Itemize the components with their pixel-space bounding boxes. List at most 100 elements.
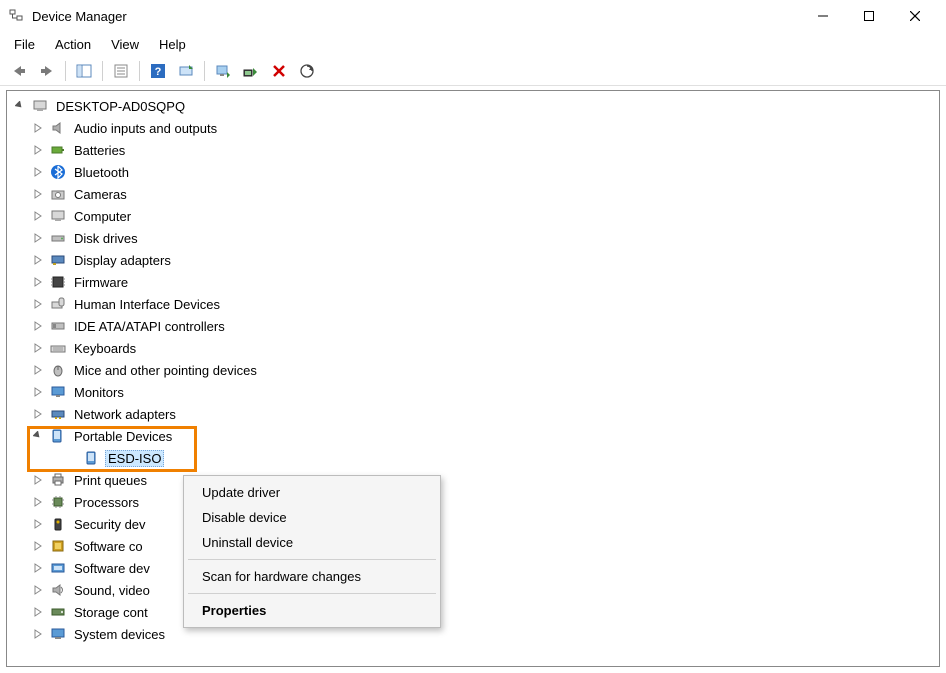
- tree-label[interactable]: System devices: [71, 626, 168, 643]
- tree-label[interactable]: Print queues: [71, 472, 150, 489]
- minimize-button[interactable]: [800, 1, 846, 31]
- tree-node-mice[interactable]: Mice and other pointing devices: [9, 359, 937, 381]
- tree-label[interactable]: Human Interface Devices: [71, 296, 223, 313]
- tree-label[interactable]: Disk drives: [71, 230, 141, 247]
- tree-label[interactable]: Storage cont: [71, 604, 151, 621]
- context-menu-separator: [188, 593, 436, 594]
- tree-label[interactable]: Software co: [71, 538, 146, 555]
- tree-node-firmware[interactable]: Firmware: [9, 271, 937, 293]
- tree-label[interactable]: Processors: [71, 494, 142, 511]
- expander-closed-icon[interactable]: [31, 605, 45, 619]
- tree-node-hid[interactable]: Human Interface Devices: [9, 293, 937, 315]
- forward-button[interactable]: [34, 59, 60, 83]
- camera-icon: [49, 185, 67, 203]
- maximize-button[interactable]: [846, 1, 892, 31]
- enable-device-button[interactable]: [238, 59, 264, 83]
- expander-closed-icon[interactable]: [31, 627, 45, 641]
- expander-closed-icon[interactable]: [31, 231, 45, 245]
- tree-label[interactable]: Audio inputs and outputs: [71, 120, 220, 137]
- tree-node-printqueues[interactable]: Print queues: [9, 469, 937, 491]
- tree-label[interactable]: Computer: [71, 208, 134, 225]
- tree-node-portable[interactable]: Portable Devices: [9, 425, 937, 447]
- menu-view[interactable]: View: [103, 35, 147, 54]
- expander-closed-icon[interactable]: [31, 165, 45, 179]
- expander-closed-icon[interactable]: [31, 209, 45, 223]
- tree-label-selected[interactable]: ESD-ISO: [105, 450, 164, 467]
- tree-node-softdev[interactable]: Software dev: [9, 557, 937, 579]
- expander-closed-icon[interactable]: [31, 583, 45, 597]
- tree-node-system[interactable]: System devices: [9, 623, 937, 645]
- context-menu-uninstall-device[interactable]: Uninstall device: [186, 530, 438, 555]
- expander-closed-icon[interactable]: [31, 143, 45, 157]
- tree-label[interactable]: Monitors: [71, 384, 127, 401]
- tree-label[interactable]: Mice and other pointing devices: [71, 362, 260, 379]
- expander-closed-icon[interactable]: [31, 121, 45, 135]
- tree-label[interactable]: Software dev: [71, 560, 153, 577]
- tree-node-sound[interactable]: Sound, video: [9, 579, 937, 601]
- context-menu-scan-hardware[interactable]: Scan for hardware changes: [186, 564, 438, 589]
- properties-button[interactable]: [108, 59, 134, 83]
- tree-label[interactable]: Portable Devices: [71, 428, 175, 445]
- expander-closed-icon[interactable]: [31, 253, 45, 267]
- expander-closed-icon[interactable]: [31, 275, 45, 289]
- expander-closed-icon[interactable]: [31, 341, 45, 355]
- tree-node-keyboards[interactable]: Keyboards: [9, 337, 937, 359]
- expander-closed-icon[interactable]: [31, 539, 45, 553]
- expander-closed-icon[interactable]: [31, 561, 45, 575]
- expander-closed-icon[interactable]: [31, 319, 45, 333]
- expander-open-icon[interactable]: [13, 99, 27, 113]
- tree-label[interactable]: Batteries: [71, 142, 128, 159]
- update-driver-button[interactable]: [173, 59, 199, 83]
- scan-hardware-button[interactable]: [294, 59, 320, 83]
- expander-closed-icon[interactable]: [31, 385, 45, 399]
- expander-closed-icon[interactable]: [31, 517, 45, 531]
- tree-node-monitors[interactable]: Monitors: [9, 381, 937, 403]
- tree-node-softcomp[interactable]: Software co: [9, 535, 937, 557]
- expander-closed-icon[interactable]: [31, 473, 45, 487]
- tree-label[interactable]: IDE ATA/ATAPI controllers: [71, 318, 228, 335]
- tree-label[interactable]: Cameras: [71, 186, 130, 203]
- context-menu-disable-device[interactable]: Disable device: [186, 505, 438, 530]
- expander-open-icon[interactable]: [31, 429, 45, 443]
- expander-closed-icon[interactable]: [31, 187, 45, 201]
- tree-node-esd-iso[interactable]: ESD-ISO: [9, 447, 937, 469]
- tree-node-security[interactable]: Security dev: [9, 513, 937, 535]
- expander-closed-icon[interactable]: [31, 407, 45, 421]
- close-button[interactable]: [892, 1, 938, 31]
- tree-root-label[interactable]: DESKTOP-AD0SQPQ: [53, 98, 188, 115]
- tree-root-row[interactable]: DESKTOP-AD0SQPQ: [9, 95, 937, 117]
- tree-node-batteries[interactable]: Batteries: [9, 139, 937, 161]
- tree-node-ide[interactable]: IDE ATA/ATAPI controllers: [9, 315, 937, 337]
- tree-label[interactable]: Display adapters: [71, 252, 174, 269]
- window-title: Device Manager: [32, 9, 800, 24]
- tree-node-computer[interactable]: Computer: [9, 205, 937, 227]
- expander-closed-icon[interactable]: [31, 297, 45, 311]
- tree-node-processors[interactable]: Processors: [9, 491, 937, 513]
- menu-file[interactable]: File: [6, 35, 43, 54]
- expander-closed-icon[interactable]: [31, 495, 45, 509]
- menu-action[interactable]: Action: [47, 35, 99, 54]
- show-hide-tree-button[interactable]: [71, 59, 97, 83]
- context-menu-update-driver[interactable]: Update driver: [186, 480, 438, 505]
- tree-label[interactable]: Security dev: [71, 516, 149, 533]
- help-button[interactable]: ?: [145, 59, 171, 83]
- tree-node-bluetooth[interactable]: Bluetooth: [9, 161, 937, 183]
- tree-node-display[interactable]: Display adapters: [9, 249, 937, 271]
- disable-device-button[interactable]: [210, 59, 236, 83]
- tree-node-cameras[interactable]: Cameras: [9, 183, 937, 205]
- context-menu-properties[interactable]: Properties: [186, 598, 438, 623]
- tree-label[interactable]: Firmware: [71, 274, 131, 291]
- software-device-icon: [49, 559, 67, 577]
- tree-label[interactable]: Bluetooth: [71, 164, 132, 181]
- expander-closed-icon[interactable]: [31, 363, 45, 377]
- tree-node-audio[interactable]: Audio inputs and outputs: [9, 117, 937, 139]
- tree-label[interactable]: Network adapters: [71, 406, 179, 423]
- tree-label[interactable]: Keyboards: [71, 340, 139, 357]
- tree-node-storage[interactable]: Storage cont: [9, 601, 937, 623]
- tree-node-disk[interactable]: Disk drives: [9, 227, 937, 249]
- tree-label[interactable]: Sound, video: [71, 582, 153, 599]
- uninstall-device-button[interactable]: [266, 59, 292, 83]
- tree-node-network[interactable]: Network adapters: [9, 403, 937, 425]
- back-button[interactable]: [6, 59, 32, 83]
- menu-help[interactable]: Help: [151, 35, 194, 54]
